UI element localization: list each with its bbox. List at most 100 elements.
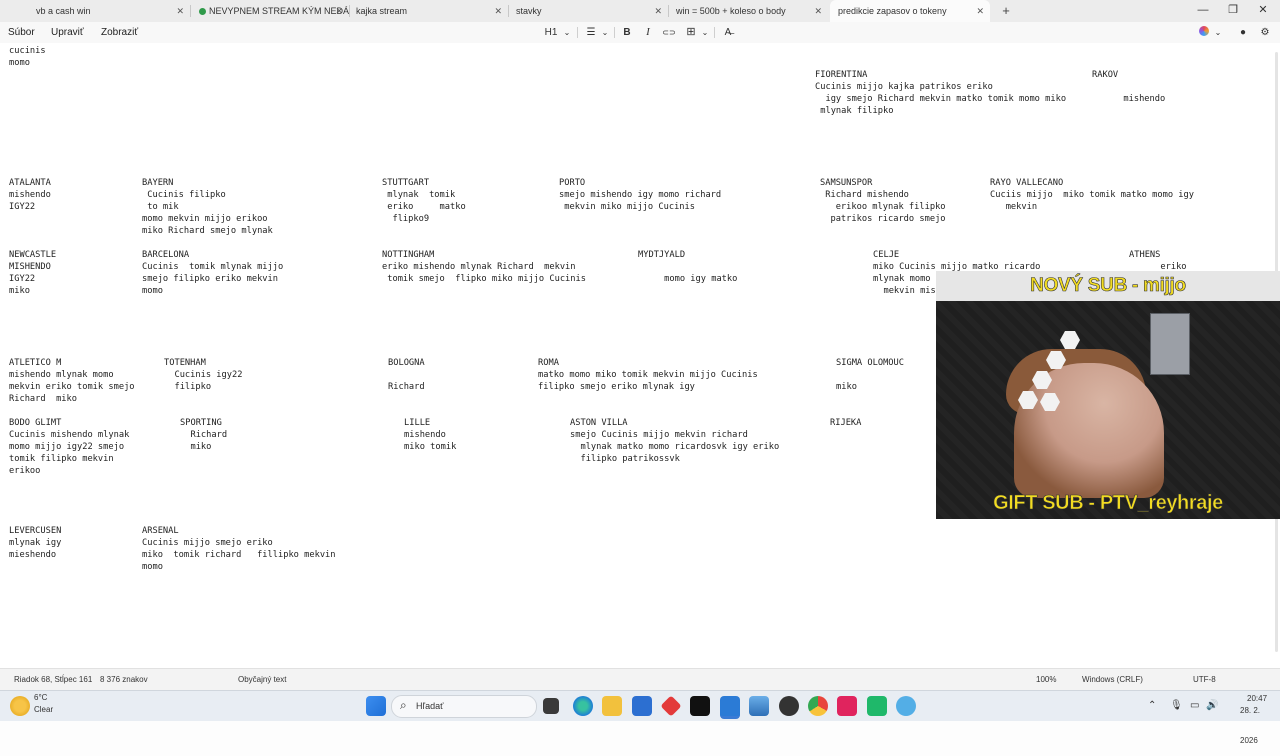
note-block-bayern: BAYERN Cucinis filipko to mik momo mekvi… [142,178,273,236]
search-placeholder: Hľadať [416,701,444,711]
tiktok-icon[interactable] [690,696,710,716]
file-explorer-icon[interactable] [602,696,622,716]
chrome-icon[interactable] [808,696,828,716]
gift-sub-banner: GIFT SUB - PTV_reyhraje [993,492,1224,515]
app-icon[interactable] [660,695,682,717]
photos-icon[interactable] [749,696,769,716]
tab-kajka-stream[interactable]: kajka stream ✕ [348,0,508,22]
close-icon[interactable]: ✕ [976,0,984,22]
tab-label: vb a cash win [36,6,91,16]
tiktok-live-icon[interactable] [837,696,857,716]
tab-stavky[interactable]: stavky ✕ [508,0,668,22]
tab-bar: vb a cash win ✕ NEVYPNEM STREAM KÝM NEDÁI… [0,0,1280,23]
note-block-mydtjyald: MYDTJYALD momo igy matko [638,250,738,284]
close-icon[interactable]: ✕ [176,0,184,22]
network-icon[interactable]: ▭ [1190,691,1199,721]
bold-button[interactable]: B [620,22,634,43]
note-block-samsunspor: SAMSUNSPOR Richard mishendo erikoo mlyna… [820,178,946,224]
poster-image [1150,313,1190,375]
new-tab-button[interactable]: + [998,0,1014,22]
webcam-overlay: NOVÝ SUB - mijjo GIFT SUB - PTV_reyhraje [936,271,1280,519]
taskbar-search[interactable]: ⌕ Hľadať [391,695,537,718]
store-icon[interactable] [632,696,652,716]
settings-gear-icon[interactable]: ⚙ [1258,22,1272,43]
chevron-down-icon[interactable]: ⌄ [562,22,572,43]
cursor-position: Riadok 68, Stĺpec 161 [14,675,93,684]
table-icon[interactable]: ⊞ [684,22,698,43]
tab-label: win = 500b + koleso o body [676,6,786,16]
note-block-nottingham: NOTTINGHAM eriko mishendo mlynak Richard… [382,250,586,284]
note-block-roma: ROMA matko momo miko tomik mekvin mijjo … [538,358,758,392]
chevron-up-icon[interactable]: ⌃ [1148,691,1156,721]
note-block-atletico: ATLETICO M mishendo mlynak momo mekvin e… [9,358,135,404]
line-ending[interactable]: Windows (CRLF) [1082,669,1143,691]
note-block-bodo-glimt: BODO GLIMT Cucinis mishendo mlynak momo … [9,418,130,476]
chevron-down-icon[interactable]: ⌄ [700,22,710,43]
chevron-down-icon[interactable]: ⌄ [600,22,610,43]
close-window-button[interactable]: ✕ [1248,0,1278,22]
close-icon[interactable]: ✕ [494,0,502,22]
close-icon[interactable]: ✕ [335,0,343,22]
new-sub-banner: NOVÝ SUB - mijjo [936,271,1280,301]
obs-icon[interactable] [779,696,799,716]
note-block-porto: PORTO smejo mishendo igy momo richard me… [559,178,722,212]
menu-view[interactable]: Zobraziť [101,22,138,43]
notepad-icon[interactable] [720,696,740,719]
note-block-rakov: RAKOV mishendo [1092,70,1166,104]
encoding[interactable]: UTF-8 [1193,669,1216,691]
green-heart-icon [199,8,206,15]
weather-desc: Clear [34,705,54,714]
note-block-lille: LILLE mishendo miko tomik [404,418,457,452]
tab-win-500b[interactable]: win = 500b + koleso o body ✕ [668,0,828,22]
tab-vb-a-cash[interactable]: vb a cash win ✕ [28,0,190,22]
close-icon[interactable]: ✕ [814,0,822,22]
note-block-totenham: TOTENHAM Cucinis igy22 filipko [164,358,243,392]
weather-icon[interactable] [10,696,30,716]
menu-edit[interactable]: Upraviť [51,22,84,43]
note-block-arsenal: ARSENAL Cucinis mijjo smejo eriko miko t… [142,526,336,572]
status-bar: Riadok 68, Stĺpec 161 8 376 znakov Obyča… [0,668,1280,691]
italic-button[interactable]: I [641,22,655,43]
close-icon[interactable]: ✕ [654,0,662,22]
maximize-button[interactable]: ❐ [1218,0,1248,22]
zoom-level[interactable]: 100% [1036,669,1056,691]
tab-predikcie[interactable]: predikcie zapasov o tokeny ✕ [830,0,990,22]
heading-dropdown[interactable]: H1 [544,22,558,43]
minimize-button[interactable]: — [1188,0,1218,22]
hexagon-lights [1018,331,1110,411]
copilot-icon[interactable] [1197,22,1211,43]
microphone-icon[interactable]: 🎙 [1170,691,1183,721]
toolbar-separator [577,27,578,38]
task-view-icon[interactable] [543,698,559,714]
tab-label: predikcie zapasov o tokeny [838,6,947,16]
tab-label: stavky [516,6,542,16]
chevron-down-icon[interactable]: ⌄ [1213,22,1223,43]
character-count: 8 376 znakov [100,675,148,684]
note-block-fiorentina: FIORENTINA Cucinis mijjo kajka patrikos … [815,70,1067,116]
search-icon: ⌕ [400,698,407,712]
app-icon[interactable] [896,696,916,716]
note-block-sigma-olomouc: SIGMA OLOMOUC miko [836,358,904,392]
volume-icon[interactable]: 🔊 [1206,691,1218,721]
tab-nevypnem-stream[interactable]: NEVYPNEM STREAM KÝM NEDÁI ✕ [191,0,349,22]
account-icon[interactable]: ● [1236,22,1250,43]
link-icon[interactable]: ⊂⊃ [661,22,677,43]
clear-formatting-icon[interactable]: A̶ [720,22,736,43]
windows-start-icon[interactable] [366,696,386,716]
note-block: cucinis momo [9,46,46,68]
list-icon[interactable]: ☰ [584,22,598,43]
menu-bar: Súbor Upraviť Zobraziť H1 ⌄ ☰ ⌄ B I ⊂⊃ ⊞… [0,22,1280,43]
toolbar-separator [714,27,715,38]
taskbar: 6°C Clear ⌕ Hľadať ⌃ 🎙 ▭ 🔊 20:47 28. 2. … [0,690,1280,745]
edge-icon[interactable] [573,696,593,716]
text-format[interactable]: Obyčajný text [238,669,286,691]
note-block-rayo-vallecano: RAYO VALLECANO Cuciis mijjo miko tomik m… [990,178,1194,212]
app-icon[interactable] [867,696,887,716]
note-block-aston-villa: ASTON VILLA smejo Cucinis mijjo mekvin r… [570,418,780,464]
note-block-stuttgart: STUTTGART mlynak tomik eriko matko flipk… [382,178,466,224]
note-block-rijeka: RIJEKA [830,418,862,428]
note-block-athens: ATHENS eriko [1129,250,1187,272]
clock-date[interactable]: 28. 2. 2026 [1240,696,1280,745]
note-block-atalanta: ATALANTA mishendo IGY22 [9,178,51,212]
menu-file[interactable]: Súbor [8,22,35,43]
